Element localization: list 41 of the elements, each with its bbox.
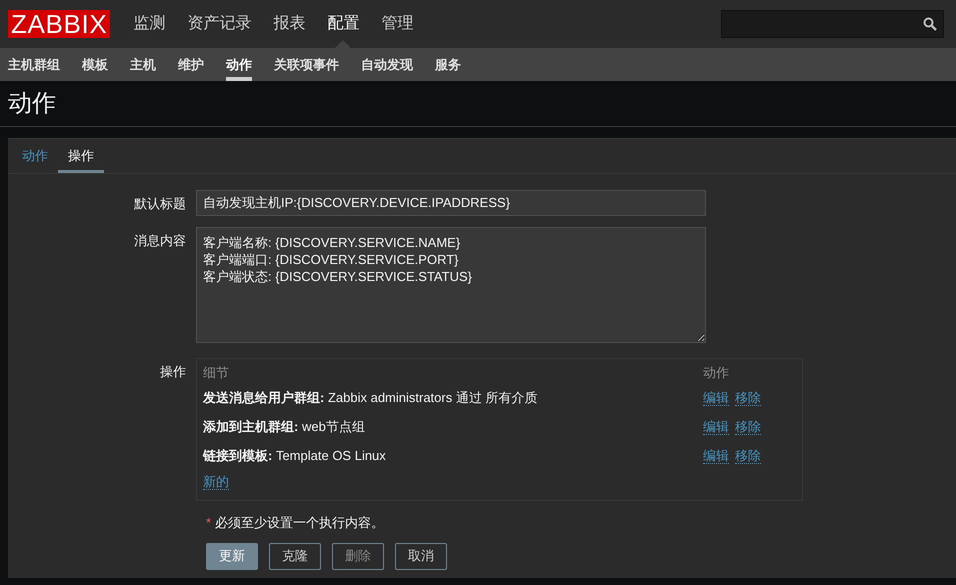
main-menu-item[interactable]: 配置 — [327, 12, 360, 36]
main-menu-item[interactable]: 报表 — [273, 12, 306, 36]
main-menu-item[interactable]: 管理 — [381, 12, 414, 36]
tab[interactable]: 操作 — [58, 139, 104, 173]
edit-link[interactable]: 编辑 — [703, 390, 729, 406]
operation-detail: 链接到模板: Template OS Linux — [203, 446, 387, 465]
form-button[interactable]: 克隆 — [269, 542, 321, 570]
operation-detail: 发送消息给用户群组: Zabbix administrators 通过 所有介质 — [203, 388, 538, 407]
main-menu-item[interactable]: 资产记录 — [187, 12, 252, 36]
sub-menu-item[interactable]: 模板 — [82, 48, 108, 81]
remove-link[interactable]: 移除 — [735, 418, 761, 434]
form-button[interactable]: 更新 — [206, 542, 258, 570]
tab[interactable]: 动作 — [12, 139, 58, 173]
search-field[interactable] — [721, 10, 944, 38]
field-label: 操作 — [159, 363, 187, 381]
remove-link[interactable]: 移除 — [735, 448, 761, 464]
column-header: 动作 — [703, 364, 730, 382]
sub-menu-item[interactable]: 关联项事件 — [274, 48, 339, 81]
sub-menu-item[interactable]: 维护 — [178, 48, 204, 81]
search-icon — [923, 17, 937, 31]
main-menu-item[interactable]: 监测 — [133, 12, 166, 36]
field-label: 默认标题 — [133, 195, 187, 213]
message-textarea[interactable]: 客户端名称: {DISCOVERY.SERVICE.NAME} 客户端端口: {DISCOVERY.SERVICE.PORT} 客户端状态: {DISCOVERY.SERVICE.STATUS} — [196, 227, 706, 343]
zabbix-logo[interactable]: ZABBIX — [8, 10, 110, 38]
required-mark: * — [206, 514, 212, 532]
remove-link[interactable]: 移除 — [735, 390, 761, 406]
required-note: 必须至少设置一个执行内容。 — [215, 514, 384, 532]
field-label: 消息内容 — [133, 232, 187, 250]
edit-link[interactable]: 编辑 — [703, 418, 729, 434]
edit-link[interactable]: 编辑 — [703, 448, 729, 464]
page-title: 动作 — [8, 88, 56, 118]
sub-menu-item[interactable]: 服务 — [435, 48, 461, 81]
operation-detail: 添加到主机群组: web节点组 — [203, 418, 366, 436]
sub-menu-item[interactable]: 自动发现 — [361, 48, 413, 81]
subject-field[interactable]: 自动发现主机IP:{DISCOVERY.DEVICE.IPADDRESS} — [196, 190, 706, 216]
column-header: 细节 — [203, 364, 230, 382]
sub-menu-item[interactable]: 主机 — [130, 48, 156, 81]
sub-menu-item[interactable]: 动作 — [226, 48, 252, 81]
new-link[interactable]: 新的 — [203, 474, 229, 490]
form-button[interactable]: 取消 — [395, 542, 447, 570]
sub-menu-item[interactable]: 主机群组 — [8, 48, 60, 81]
